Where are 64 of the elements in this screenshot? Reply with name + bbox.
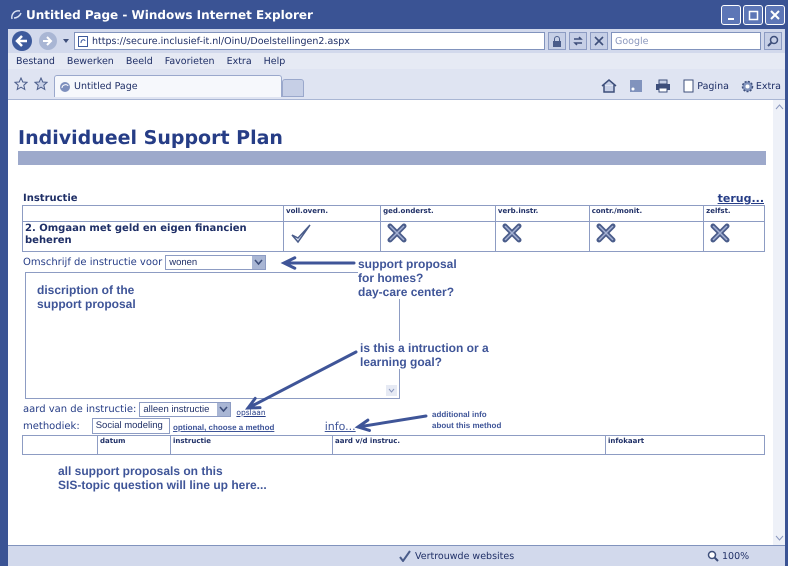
zoom-button[interactable]: 100% (707, 550, 777, 562)
annotation-text: support proposal for homes? day-care center? (358, 257, 457, 299)
search-field[interactable]: Google (611, 32, 761, 50)
checkmark-icon (399, 550, 411, 562)
cross-icon[interactable] (596, 223, 616, 243)
menu-item[interactable]: Help (264, 56, 286, 66)
window-title: Untitled Page - Windows Internet Explorer (26, 8, 314, 22)
minimize-button[interactable] (721, 4, 741, 24)
menu-item[interactable]: Bestand (16, 56, 55, 66)
security-zone: Vertrouwde websites (399, 550, 699, 562)
close-icon (594, 36, 604, 46)
address-field[interactable]: https://secure.inclusief-it.nl/OinU/Doelstellingen2.aspx (74, 32, 545, 50)
feed-icon[interactable] (629, 79, 644, 93)
cross-icon[interactable] (710, 223, 730, 243)
method-field[interactable]: Social modeling (92, 418, 170, 434)
section-title: Instructie (23, 193, 78, 205)
field-label: methodiek: (23, 420, 80, 432)
menu-item[interactable]: Beeld (126, 56, 153, 66)
field-label: Omschrijf de instructie voor (23, 256, 162, 268)
annotation-text: additional info about this method (432, 409, 502, 431)
gear-icon (740, 80, 754, 92)
location-select[interactable]: wonen (165, 254, 266, 270)
close-icon (769, 8, 781, 20)
tools-menu-button[interactable]: Extra (740, 80, 781, 92)
favorites-star-icon[interactable] (14, 77, 28, 91)
scrollbar[interactable] (773, 100, 785, 545)
back-link[interactable]: terug... (718, 193, 764, 205)
type-select[interactable]: alleen instructie (139, 402, 232, 416)
page-icon (59, 80, 71, 92)
minimize-icon (728, 18, 734, 20)
checkmark-icon[interactable] (290, 223, 312, 245)
cross-icon[interactable] (502, 223, 522, 243)
info-link[interactable]: info... (324, 420, 356, 432)
browser-tab[interactable]: Untitled Page (54, 75, 282, 97)
maximize-button[interactable] (743, 4, 763, 24)
annotation-text: all support proposals on this SIS-topic question will line up here... (58, 464, 267, 492)
page-icon (683, 79, 696, 93)
browser-icon (10, 8, 22, 20)
row-label: 2. Omgaan met geld en eigen financien beheren (22, 222, 284, 252)
printer-icon[interactable] (655, 79, 672, 93)
annotation-text: discription of the support proposal (37, 283, 136, 311)
page-heading: Individueel Support Plan (18, 127, 284, 149)
refresh-button[interactable] (569, 32, 587, 50)
maximize-icon (747, 8, 759, 20)
home-icon[interactable] (601, 79, 618, 93)
annotation-label: optional, choose a method (173, 423, 274, 433)
refresh-icon (572, 35, 584, 47)
menu-item[interactable]: Bewerken (66, 56, 114, 66)
padlock-icon (552, 36, 562, 46)
search-icon (767, 35, 779, 47)
lock-button[interactable] (548, 32, 566, 50)
back-button[interactable] (11, 30, 35, 52)
page-icon (78, 36, 88, 46)
close-button[interactable] (765, 4, 785, 24)
search-button[interactable] (764, 32, 782, 50)
annotation-text: is this a intruction or a learning goal? (360, 341, 489, 369)
page-menu-button[interactable]: Pagina (683, 79, 729, 93)
add-favorite-icon[interactable] (34, 77, 48, 91)
zoom-icon (707, 550, 719, 562)
menu-item[interactable]: Favorieten (164, 56, 215, 66)
stop-button[interactable] (590, 32, 608, 50)
menu-item[interactable]: Extra (226, 56, 252, 66)
cross-icon[interactable] (387, 223, 408, 243)
field-label: aard van de instructie: (23, 404, 136, 414)
